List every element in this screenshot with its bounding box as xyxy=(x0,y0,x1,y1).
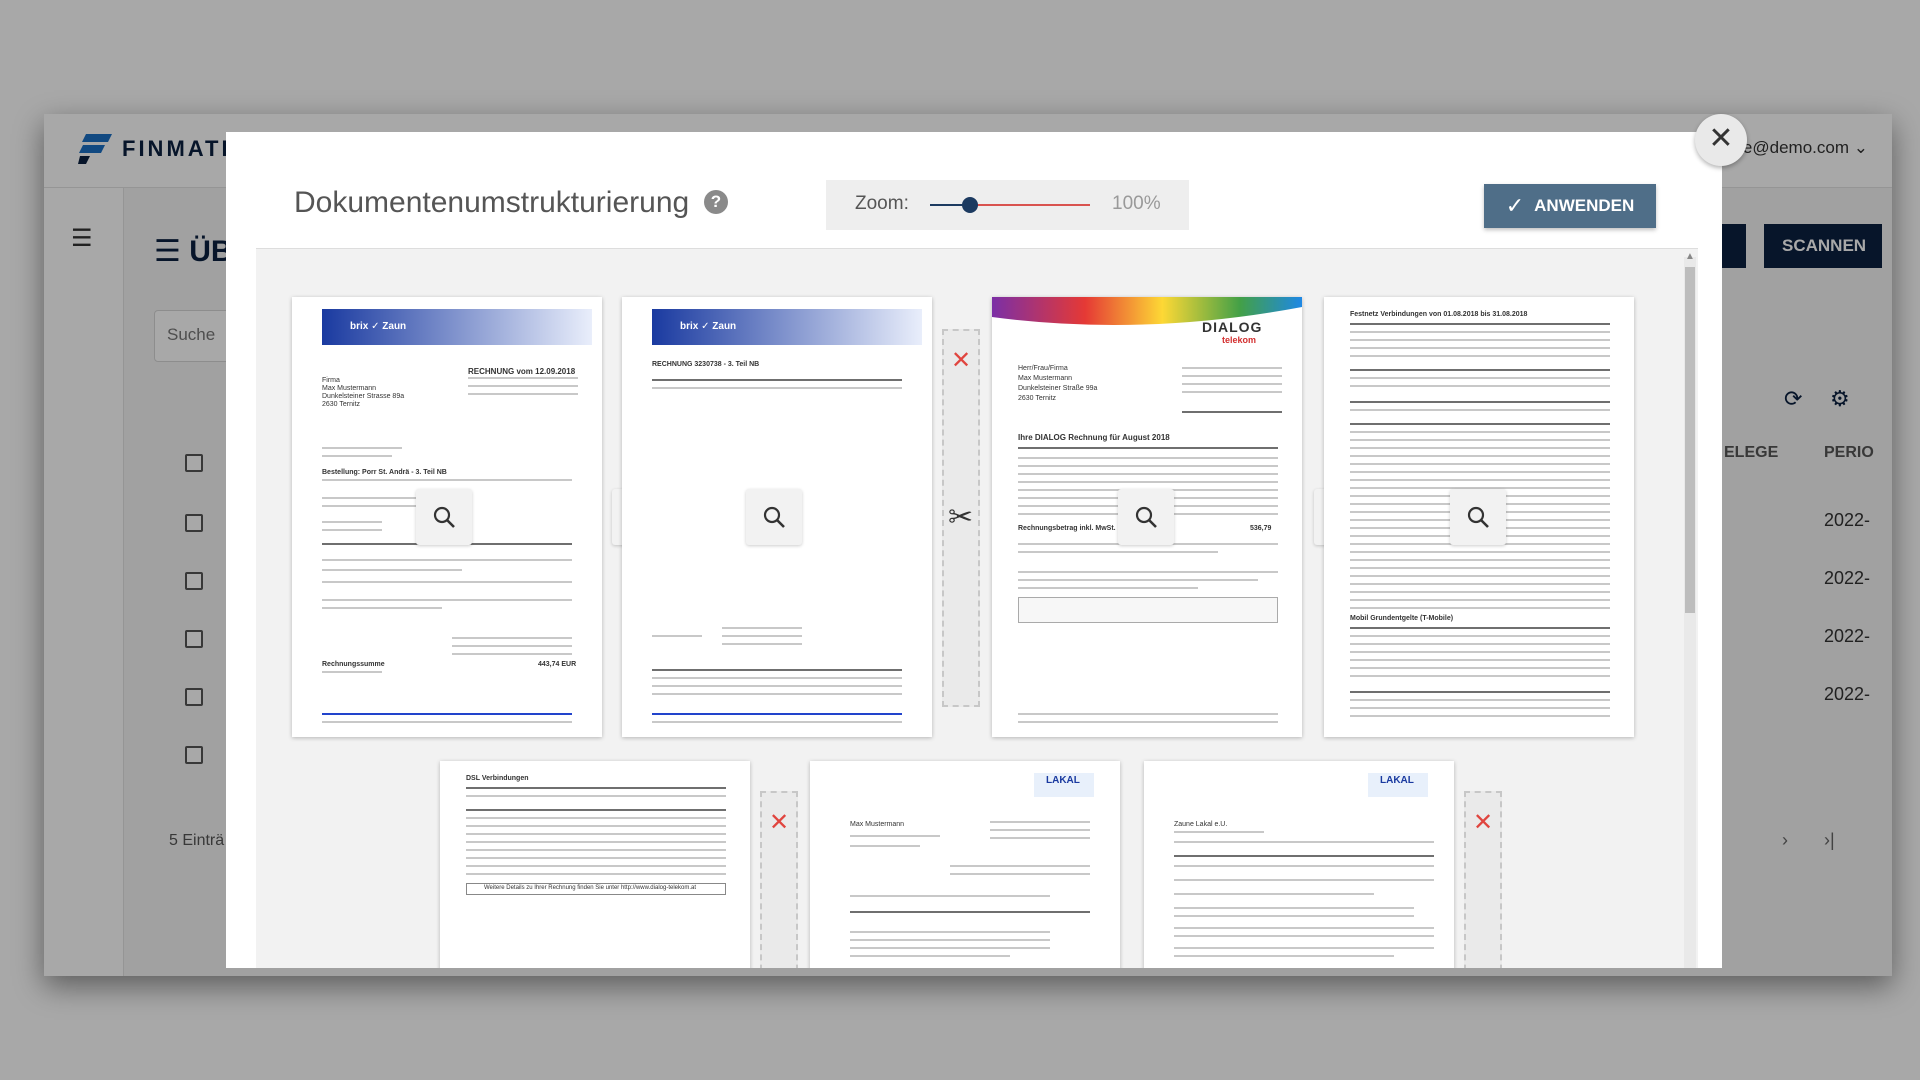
restructure-modal: Dokumentenumstrukturierung ? Zoom: 100% … xyxy=(226,132,1722,968)
brand-logo: brix ✓ Zaun xyxy=(680,321,737,332)
document-page-3[interactable]: DIALOG telekom Herr/Frau/Firma Max Muste… xyxy=(992,297,1302,737)
footer-note: Weitere Details zu Ihrer Rechnung finden… xyxy=(484,885,696,891)
invoice-heading: RECHNUNG 3230738 - 3. Teil NB xyxy=(652,361,760,368)
brand-logo: brix ✓ Zaun xyxy=(350,321,407,332)
address-line: Firma xyxy=(322,377,340,384)
invoice-heading: RECHNUNG vom 12.09.2018 xyxy=(468,367,576,376)
address-line: 2630 Ternitz xyxy=(322,401,361,408)
scissors-icon[interactable]: ✂ xyxy=(948,503,973,533)
address-line: 2630 Ternitz xyxy=(1018,395,1057,402)
totals-label: Rechnungssumme xyxy=(322,661,385,668)
address-line: Max Mustermann xyxy=(1018,375,1073,382)
zoom-slider[interactable] xyxy=(930,204,1090,206)
magnifier-icon[interactable] xyxy=(416,489,472,545)
magnifier-icon[interactable] xyxy=(1118,489,1174,545)
address-line: Dunkelsteiner Straße 99a xyxy=(1018,385,1098,392)
zoom-slider-thumb[interactable] xyxy=(962,197,978,213)
document-split-slot[interactable]: ✕ ✂ xyxy=(942,329,980,707)
info-box xyxy=(1018,597,1278,623)
customer-name: Max Mustermann xyxy=(850,821,905,828)
zoom-control: Zoom: 100% xyxy=(826,180,1189,230)
document-page-2[interactable]: brix ✓ Zaun RECHNUNG 3230738 - 3. Teil N… xyxy=(622,297,932,737)
zoom-value: 100% xyxy=(1112,193,1161,214)
page-grid: brix ✓ Zaun RECHNUNG vom 12.09.2018 Firm… xyxy=(256,248,1698,968)
section-heading: Mobil Grundentgelte (T-Mobile) xyxy=(1350,615,1454,622)
magnifier-icon[interactable] xyxy=(746,489,802,545)
remove-x-icon[interactable]: ✕ xyxy=(1473,811,1493,835)
apply-button-label: ANWENDEN xyxy=(1534,196,1635,215)
modal-title: Dokumentenumstrukturierung xyxy=(294,186,690,219)
address-line: Max Mustermann xyxy=(322,385,377,392)
brand-name: DIALOG xyxy=(1202,319,1263,335)
invoice-heading: Ihre DIALOG Rechnung für August 2018 xyxy=(1018,433,1170,442)
scrollbar-thumb[interactable] xyxy=(1685,267,1695,613)
document-page-5[interactable]: DSL Verbindungen Weitere Details zu Ihre… xyxy=(440,761,750,968)
document-split-slot[interactable]: ✕ xyxy=(760,791,798,968)
close-icon[interactable]: ✕ xyxy=(1695,114,1747,166)
document-page-4[interactable]: Festnetz Verbindungen von 01.08.2018 bis… xyxy=(1324,297,1634,737)
page-heading: Festnetz Verbindungen von 01.08.2018 bis… xyxy=(1350,311,1528,318)
zoom-label: Zoom: xyxy=(855,193,909,214)
checkmark-icon: ✓ xyxy=(1505,193,1525,218)
document-page-7[interactable]: LAKAL Zaune Lakal e.U. xyxy=(1144,761,1454,968)
scrollbar[interactable]: ▲ xyxy=(1684,251,1696,968)
document-page-1[interactable]: brix ✓ Zaun RECHNUNG vom 12.09.2018 Firm… xyxy=(292,297,602,737)
order-line: Bestellung: Porr St. Andrä - 3. Teil NB xyxy=(322,469,447,476)
remove-x-icon[interactable]: ✕ xyxy=(769,811,789,835)
brand-sub: telekom xyxy=(1222,335,1257,345)
remove-x-icon[interactable]: ✕ xyxy=(951,349,971,373)
address-line: Dunkelsteiner Strasse 89a xyxy=(322,393,405,400)
customer-name: Zaune Lakal e.U. xyxy=(1174,821,1228,828)
page-heading: DSL Verbindungen xyxy=(466,775,529,782)
brand-name: LAKAL xyxy=(1046,775,1080,786)
address-line: Herr/Frau/Firma xyxy=(1018,365,1068,372)
total-value: 536,79 xyxy=(1250,525,1272,532)
totals-value: 443,74 EUR xyxy=(538,661,577,668)
magnifier-icon[interactable] xyxy=(1450,489,1506,545)
brand-name: LAKAL xyxy=(1380,775,1414,786)
total-label: Rechnungsbetrag inkl. MwSt. xyxy=(1018,525,1116,532)
document-split-slot[interactable]: ✕ xyxy=(1464,791,1502,968)
help-icon[interactable]: ? xyxy=(704,190,728,214)
document-page-6[interactable]: LAKAL Max Mustermann xyxy=(810,761,1120,968)
apply-button[interactable]: ✓ ANWENDEN xyxy=(1484,184,1656,228)
scroll-up-icon[interactable]: ▲ xyxy=(1685,251,1695,262)
